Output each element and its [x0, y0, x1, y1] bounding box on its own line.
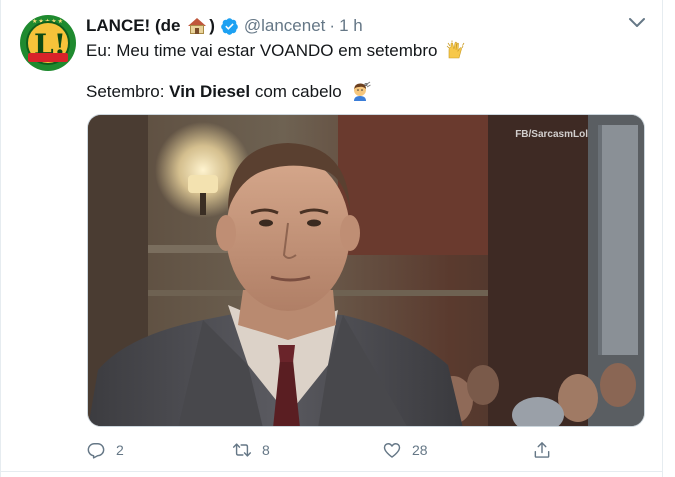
retweet-button[interactable]: 8 [232, 438, 270, 462]
verified-badge-icon [221, 17, 238, 35]
tweet-actions: 2 8 28 [86, 438, 566, 462]
like-button[interactable]: 28 [382, 438, 428, 462]
share-button[interactable] [532, 438, 552, 462]
author-name-prefix: LANCE! (de [86, 15, 181, 35]
house-icon [187, 16, 207, 36]
reply-count: 2 [116, 442, 124, 458]
card-right-border [662, 0, 663, 477]
tweet-timestamp[interactable]: 1 h [339, 16, 363, 36]
author-name[interactable]: LANCE! (de ) [86, 16, 215, 37]
separator-dot: · [329, 16, 336, 35]
tweet-text-line-2-bold: Vin Diesel [169, 82, 251, 101]
reply-icon [87, 443, 105, 459]
raising-hands-icon [446, 40, 465, 59]
tweet-text-line-1-content: Eu: Meu time vai estar VOANDO em setembr… [86, 41, 438, 60]
heart-icon [383, 443, 401, 458]
tweet-header: LANCE! (de ) @lancenet · 1 h [86, 14, 363, 38]
card-bottom-border [0, 471, 662, 472]
share-icon [534, 442, 550, 458]
tweet-text-line-2: Setembro: Vin Diesel com cabelo [86, 81, 371, 103]
avatar-banner [28, 53, 68, 62]
retweet-count: 8 [262, 442, 270, 458]
media-photo [88, 115, 644, 426]
media-watermark: FB/SarcasmLol [515, 129, 588, 140]
tweet-card[interactable]: ★★★★★ L! LANCE! (de ) @lancenet · 1 h Eu… [0, 0, 675, 477]
author-handle[interactable]: @lancenet [244, 16, 326, 36]
retweet-icon [232, 443, 252, 457]
like-count: 28 [412, 442, 428, 458]
author-name-suffix: ) [209, 15, 215, 35]
reply-button[interactable]: 2 [86, 438, 124, 462]
tweet-media-image[interactable]: FB/SarcasmLol [87, 114, 645, 427]
tweet-text-line-1: Eu: Meu time vai estar VOANDO em setembr… [86, 40, 466, 62]
tweet-text-line-2-prefix: Setembro: [86, 82, 170, 101]
chevron-down-icon[interactable] [628, 16, 646, 30]
haircut-icon [353, 81, 371, 101]
tweet-text-line-2-suffix: com cabelo [250, 82, 342, 101]
avatar[interactable]: ★★★★★ L! [20, 15, 76, 71]
card-left-border [0, 0, 1, 477]
